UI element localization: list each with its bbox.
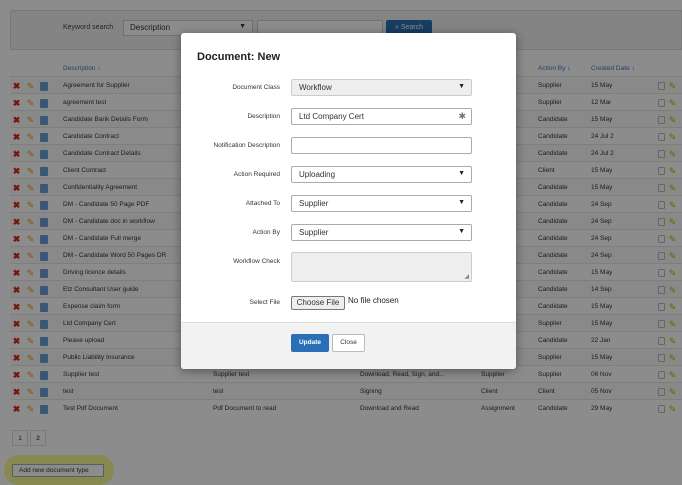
required-icon: ✱ (458, 111, 466, 121)
update-button[interactable]: Update (291, 334, 329, 352)
dialog-footer: Update Close (181, 322, 516, 369)
chevron-down-icon: ▼ (458, 228, 465, 235)
resize-grip-icon[interactable]: ◢ (464, 273, 469, 280)
file-status: No file chosen (348, 296, 399, 305)
action-required-label: Action Required (233, 171, 280, 178)
attached-to-select[interactable]: Supplier ▼ (291, 195, 472, 212)
attached-to-label: Attached To (245, 200, 280, 207)
notification-description-label: Notification Description (213, 142, 280, 149)
action-required-select[interactable]: Uploading ▼ (291, 166, 472, 183)
close-button[interactable]: Close (332, 334, 365, 352)
chevron-down-icon: ▼ (458, 83, 465, 90)
document-new-dialog: Document: New Document Class Workflow ▼ … (181, 33, 516, 369)
select-file-label: Select File (249, 299, 280, 306)
description-label: Description (247, 113, 280, 120)
chevron-down-icon: ▼ (458, 170, 465, 177)
workflow-check-label: Workflow Check (233, 258, 280, 265)
description-field[interactable]: Ltd Company Cert ✱ (291, 108, 472, 125)
document-class-select[interactable]: Workflow ▼ (291, 79, 472, 96)
chevron-down-icon: ▼ (458, 199, 465, 206)
workflow-check-textarea[interactable]: ◢ (291, 252, 472, 282)
dialog-title: Document: New (197, 51, 281, 63)
action-by-label: Action By (252, 229, 280, 236)
choose-file-button[interactable]: Choose File (291, 296, 345, 310)
action-by-select[interactable]: Supplier ▼ (291, 224, 472, 241)
document-class-label: Document Class (232, 84, 280, 91)
notification-description-field[interactable] (291, 137, 472, 154)
